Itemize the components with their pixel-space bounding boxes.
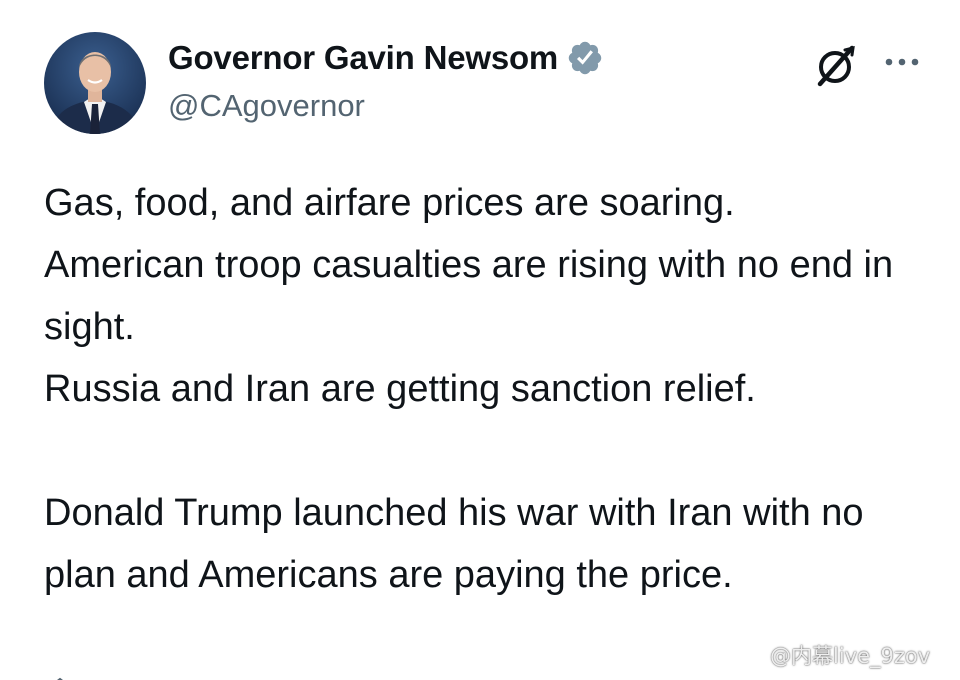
tweet-line: Gas, food, and airfare prices are soarin…: [44, 182, 735, 224]
translate-link-peek: [44, 672, 244, 680]
paragraph-break: [44, 420, 924, 482]
author-handle[interactable]: @CAgovernor: [168, 88, 604, 124]
grok-icon[interactable]: [812, 42, 860, 90]
tweet-text: Gas, food, and airfare prices are soarin…: [44, 172, 924, 606]
author-display-name[interactable]: Governor Gavin Newsom: [168, 39, 558, 77]
more-horizontal-icon[interactable]: [882, 52, 922, 72]
weibo-watermark: @内幕live_9zov: [736, 640, 930, 670]
weibo-logo-icon: [736, 641, 770, 670]
tweet-line: Donald Trump launched his war with Iran …: [44, 492, 864, 596]
verified-badge-icon[interactable]: [566, 39, 604, 77]
watermark-text: @内幕live_9zov: [770, 644, 931, 668]
author-info: Governor Gavin Newsom @CAgovernor: [168, 36, 604, 124]
name-row: Governor Gavin Newsom: [168, 36, 604, 80]
tweet-line: Russia and Iran are getting sanction rel…: [44, 368, 756, 410]
tweet-line: American troop casualties are rising wit…: [44, 244, 894, 348]
tweet-header: Governor Gavin Newsom @CAgovernor: [44, 30, 924, 134]
author-avatar[interactable]: [44, 32, 146, 134]
